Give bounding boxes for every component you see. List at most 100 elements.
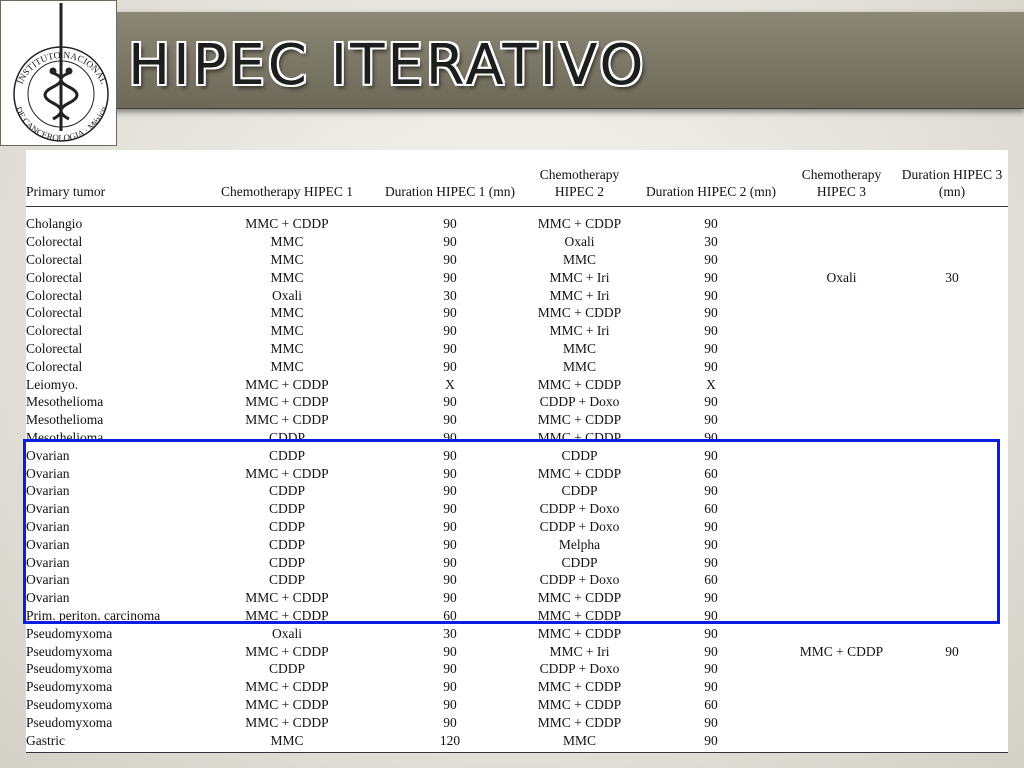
cell-duration-hipec-1: 90 bbox=[443, 269, 457, 285]
header-duration-hipec-3: Duration HIPEC 3 (mn) bbox=[896, 150, 1008, 207]
cell-duration-hipec-1: 90 bbox=[443, 340, 457, 356]
cell-duration-hipec-1: 90 bbox=[443, 714, 457, 730]
cell-chemo-hipec-3 bbox=[787, 304, 896, 322]
cell-duration-hipec-3 bbox=[896, 660, 1008, 678]
cell-duration-hipec-1: 90 bbox=[443, 696, 457, 712]
cell-primary-tumor: Pseudomyxoma bbox=[26, 714, 113, 730]
cell-duration-hipec-1: 90 bbox=[443, 661, 457, 677]
cell-duration-hipec-2: 90 bbox=[704, 625, 718, 641]
table-header-row: Primary tumor Chemotherapy HIPEC 1 Durat… bbox=[26, 150, 1008, 207]
cell-duration-hipec-2: 90 bbox=[704, 340, 718, 356]
cell-chemo-hipec-1: MMC bbox=[270, 305, 304, 321]
table-row: Colorectal MMC 90 MMC + Iri 90 bbox=[26, 322, 1008, 340]
cell-chemo-hipec-3 bbox=[787, 696, 896, 714]
cell-primary-tumor: Mesothelioma bbox=[26, 412, 104, 428]
table-row: Cholangio MMC + CDDP 90 MMC + CDDP 90 bbox=[26, 207, 1008, 233]
cell-chemo-hipec-2: MMC + CDDP bbox=[537, 305, 622, 321]
institution-logo: INSTITUTO NACIONAL DE CANCEROLOGIA · Méx… bbox=[0, 0, 117, 146]
cell-duration-hipec-1: 90 bbox=[443, 251, 457, 267]
cell-duration-hipec-2: 60 bbox=[704, 696, 718, 712]
cell-chemo-hipec-2: MMC + CDDP bbox=[537, 714, 622, 730]
cell-chemo-hipec-1: Oxali bbox=[272, 625, 302, 641]
cell-duration-hipec-2: 90 bbox=[704, 251, 718, 267]
cell-duration-hipec-1: 90 bbox=[443, 323, 457, 339]
cell-primary-tumor: Pseudomyxoma bbox=[26, 696, 113, 712]
cell-chemo-hipec-1: MMC + CDDP bbox=[245, 643, 329, 659]
cell-primary-tumor: Colorectal bbox=[26, 234, 83, 250]
cell-chemo-hipec-3 bbox=[787, 207, 896, 233]
table-row: Pseudomyxoma MMC + CDDP 90 MMC + CDDP 90 bbox=[26, 713, 1008, 731]
cell-chemo-hipec-2: MMC + CDDP bbox=[537, 376, 622, 392]
cell-primary-tumor: Leiomyo. bbox=[26, 376, 79, 392]
cell-duration-hipec-1: 90 bbox=[443, 394, 457, 410]
table-row: Pseudomyxoma MMC + CDDP 90 MMC + Iri 90 MMC +… bbox=[26, 642, 1008, 660]
cell-chemo-hipec-2: MMC bbox=[562, 340, 596, 356]
slide-title: HIPEC ITERATIVO bbox=[128, 33, 647, 98]
cell-chemo-hipec-2: MMC + CDDP bbox=[537, 625, 622, 641]
cell-chemo-hipec-2: MMC + CDDP bbox=[537, 412, 622, 428]
cell-duration-hipec-3 bbox=[896, 731, 1008, 749]
cell-duration-hipec-3 bbox=[896, 393, 1008, 411]
cell-duration-hipec-3 bbox=[896, 340, 1008, 358]
cell-duration-hipec-1: 90 bbox=[443, 679, 457, 695]
table-row: Colorectal MMC 90 MMC + CDDP 90 bbox=[26, 304, 1008, 322]
header-duration-hipec-1: Duration HIPEC 1 (mn) bbox=[376, 150, 524, 207]
cell-chemo-hipec-2: Oxali bbox=[564, 234, 595, 250]
cell-primary-tumor: Mesothelioma bbox=[26, 394, 104, 410]
cell-chemo-hipec-1: MMC bbox=[270, 732, 304, 748]
table-row: Colorectal MMC 90 MMC 90 bbox=[26, 340, 1008, 358]
cell-duration-hipec-1: X bbox=[445, 376, 455, 392]
cell-duration-hipec-3 bbox=[896, 713, 1008, 731]
cell-chemo-hipec-2: MMC + CDDP bbox=[537, 679, 622, 695]
table-row: Mesothelioma MMC + CDDP 90 CDDP + Doxo 90 bbox=[26, 393, 1008, 411]
table-row: Mesothelioma MMC + CDDP 90 MMC + CDDP 90 bbox=[26, 411, 1008, 429]
cell-chemo-hipec-3: MMC + CDDP bbox=[799, 643, 884, 659]
cell-primary-tumor: Pseudomyxoma bbox=[26, 625, 113, 641]
cell-primary-tumor: Colorectal bbox=[26, 305, 83, 321]
cell-duration-hipec-2: 90 bbox=[704, 305, 718, 321]
cell-primary-tumor: Gastric bbox=[26, 732, 65, 748]
cell-chemo-hipec-3 bbox=[787, 393, 896, 411]
cell-duration-hipec-3 bbox=[896, 286, 1008, 304]
cell-chemo-hipec-3 bbox=[787, 731, 896, 749]
table-row: Colorectal MMC 90 MMC 90 bbox=[26, 357, 1008, 375]
cell-duration-hipec-3: 30 bbox=[945, 269, 959, 285]
cell-chemo-hipec-2: MMC bbox=[562, 358, 596, 374]
cell-chemo-hipec-3 bbox=[787, 340, 896, 358]
cell-chemo-hipec-3 bbox=[787, 251, 896, 269]
cell-primary-tumor: Pseudomyxoma bbox=[26, 679, 113, 695]
cell-primary-tumor: Cholangio bbox=[26, 216, 83, 232]
cell-duration-hipec-3 bbox=[896, 304, 1008, 322]
cell-chemo-hipec-1: MMC bbox=[270, 234, 304, 250]
cell-primary-tumor: Colorectal bbox=[26, 340, 83, 356]
cell-primary-tumor: Colorectal bbox=[26, 358, 83, 374]
ovarian-highlight-box bbox=[23, 439, 1000, 624]
cell-chemo-hipec-2: MMC bbox=[562, 732, 596, 748]
table-row: Colorectal Oxali 30 MMC + Iri 90 bbox=[26, 286, 1008, 304]
cell-duration-hipec-2: 90 bbox=[704, 216, 718, 232]
cell-duration-hipec-3 bbox=[896, 696, 1008, 714]
cell-duration-hipec-2: 90 bbox=[704, 643, 718, 659]
cell-chemo-hipec-3 bbox=[787, 624, 896, 642]
cell-duration-hipec-1: 90 bbox=[443, 305, 457, 321]
table-row: Colorectal MMC 90 Oxali 30 bbox=[26, 233, 1008, 251]
cell-chemo-hipec-3 bbox=[787, 411, 896, 429]
cell-chemo-hipec-1: MMC bbox=[270, 269, 304, 285]
cell-duration-hipec-3 bbox=[896, 251, 1008, 269]
cell-chemo-hipec-1: MMC + CDDP bbox=[245, 394, 329, 410]
header-primary-tumor: Primary tumor bbox=[26, 150, 198, 207]
cell-duration-hipec-2: 90 bbox=[704, 323, 718, 339]
cell-duration-hipec-1: 90 bbox=[443, 234, 457, 250]
cell-duration-hipec-2: 90 bbox=[704, 661, 718, 677]
cell-chemo-hipec-2: MMC + Iri bbox=[549, 269, 610, 285]
table-row: Colorectal MMC 90 MMC 90 bbox=[26, 251, 1008, 269]
cell-chemo-hipec-2: MMC + Iri bbox=[549, 323, 610, 339]
table-row: Pseudomyxoma Oxali 30 MMC + CDDP 90 bbox=[26, 624, 1008, 642]
cell-duration-hipec-3 bbox=[896, 375, 1008, 393]
table-row: Pseudomyxoma CDDP 90 CDDP + Doxo 90 bbox=[26, 660, 1008, 678]
cell-chemo-hipec-2: MMC + CDDP bbox=[537, 216, 622, 232]
cell-chemo-hipec-1: MMC + CDDP bbox=[245, 412, 329, 428]
cell-duration-hipec-2: 90 bbox=[704, 732, 718, 748]
cell-duration-hipec-3 bbox=[896, 357, 1008, 375]
cell-chemo-hipec-3: Oxali bbox=[826, 269, 857, 285]
